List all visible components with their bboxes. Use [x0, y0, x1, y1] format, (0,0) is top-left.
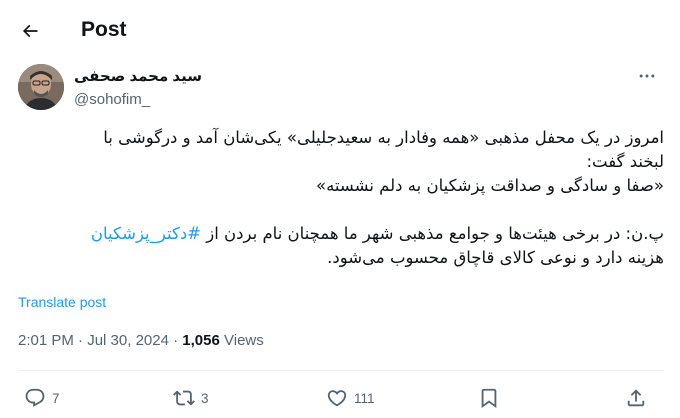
repost-icon [173, 390, 195, 406]
share-button[interactable] [625, 384, 647, 412]
avatar-image [18, 64, 64, 110]
avatar[interactable] [18, 64, 64, 110]
tweet-line: لبخند گفت: [586, 152, 664, 171]
tweet-line: پ.ن: در برخی هیئت‌ها و جوامع مذهبی شهر م… [18, 222, 664, 246]
tweet-time[interactable]: 2:01 PM [18, 332, 74, 349]
views-count: 1,056 [182, 332, 220, 349]
translate-post-link[interactable]: Translate post [18, 293, 106, 311]
views-label: Views [224, 332, 264, 349]
bookmark-button[interactable] [478, 384, 500, 412]
share-icon [627, 389, 645, 407]
like-button[interactable]: 111 [326, 384, 375, 412]
divider [18, 370, 664, 371]
page-title: Post [81, 18, 127, 41]
action-bar: 7 3 111 [0, 384, 680, 412]
bookmark-icon [481, 388, 497, 409]
hashtag-link[interactable]: #دکتر_پزشکیان [91, 224, 201, 243]
reply-button[interactable]: 7 [24, 384, 60, 412]
meta-separator: · [78, 332, 84, 349]
reply-count: 7 [52, 390, 60, 406]
tweet-line: «صفا و سادگی و صداقت پزشکیان به دلم نشست… [315, 176, 664, 195]
more-button[interactable] [633, 64, 661, 88]
tweet-line: هزینه دارد و نوعی کالای قاچاق محسوب می‌ش… [327, 248, 664, 267]
post-header: Post [0, 0, 680, 60]
tweet-pn-prefix: پ.ن: در برخی هیئت‌ها و جوامع مذهبی شهر م… [201, 224, 664, 243]
like-count: 111 [354, 390, 375, 406]
tweet-text: امروز در یک محفل مذهبی «همه وفادار به سع… [18, 126, 664, 270]
more-icon [639, 74, 655, 78]
repost-count: 3 [201, 390, 209, 406]
author-handle[interactable]: @sohofim_ [74, 91, 150, 109]
tweet-meta: 2:01 PM · Jul 30, 2024 · 1,056 Views [18, 332, 264, 350]
back-arrow-icon [22, 24, 38, 38]
reply-icon [25, 388, 45, 407]
repost-button[interactable]: 3 [173, 384, 209, 412]
author-name[interactable]: سید محمد صحفی [74, 68, 202, 86]
like-icon [327, 390, 347, 407]
meta-separator: · [173, 332, 179, 349]
tweet-line: امروز در یک محفل مذهبی «همه وفادار به سع… [103, 128, 664, 147]
tweet-date[interactable]: Jul 30, 2024 [87, 332, 169, 349]
back-button[interactable] [14, 15, 46, 47]
